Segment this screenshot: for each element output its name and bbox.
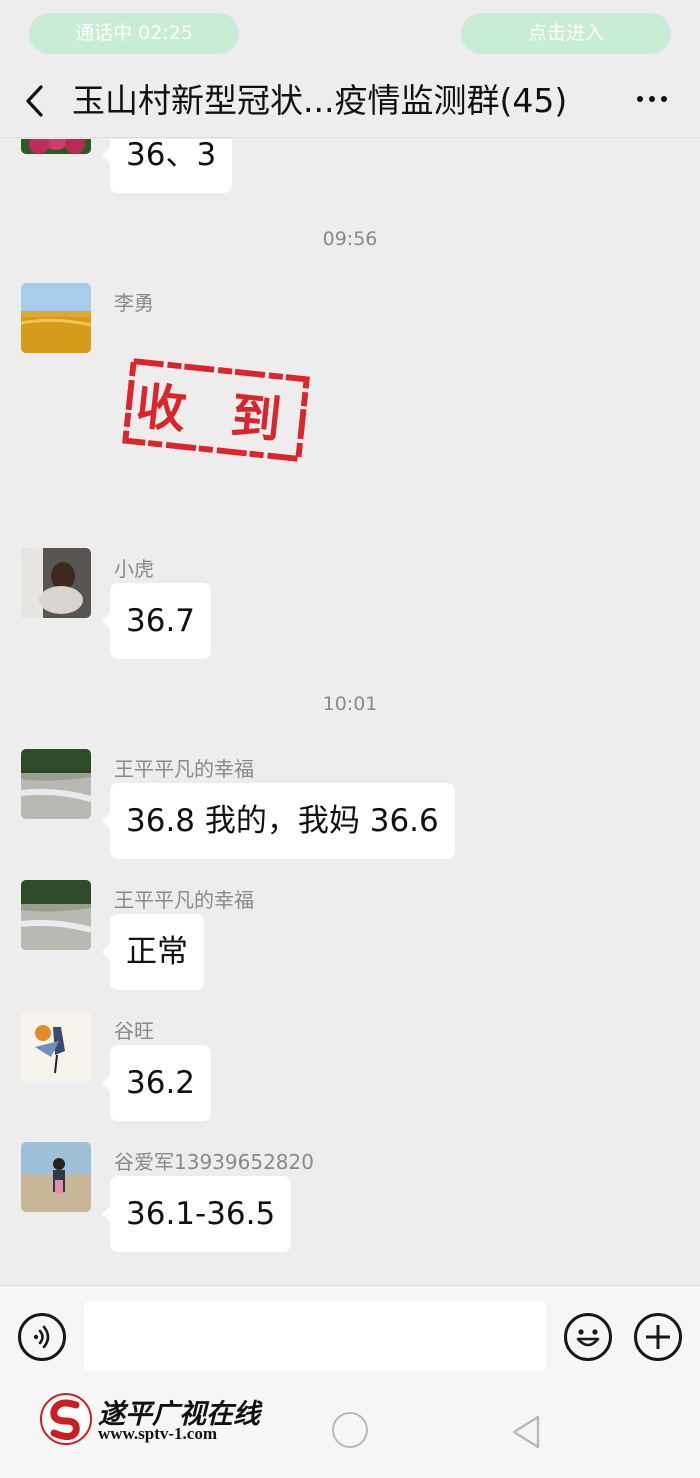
received-sticker[interactable]: 收 到 [121,357,311,463]
avatar[interactable] [21,1142,91,1212]
avatar-image [21,548,91,618]
enter-call-button[interactable]: 点击进入 [461,13,671,54]
message-bubble[interactable]: 36、3 [101,139,233,193]
avatar[interactable] [21,139,91,154]
more-functions-button[interactable] [634,1313,682,1361]
more-options-button[interactable] [634,84,670,114]
message-input-bar [0,1285,700,1386]
message-list[interactable]: 36、3 09:56 李勇 收 到 小虎 36.7 10:01 王平平凡的幸福 … [0,139,700,1284]
avatar-image [21,283,91,353]
avatar[interactable] [21,749,91,819]
home-button[interactable] [332,1412,368,1448]
status-bar: 通话中 02:25 点击进入 [0,0,700,64]
chat-title: 玉山村新型冠状...疫情监测群(45) [72,81,568,120]
message-bubble[interactable]: 36.2 [101,1045,212,1121]
avatar-image [21,749,91,819]
message-bubble[interactable]: 正常 [102,914,204,990]
avatar[interactable] [21,283,91,353]
system-back-icon[interactable] [510,1414,542,1450]
sender-name: 王平平凡的幸福 [114,888,254,912]
avatar-image [21,139,91,154]
timestamp: 10:01 [322,693,378,715]
sender-name: 谷旺 [114,1019,154,1043]
chevron-left-icon [26,85,43,117]
message-bubble[interactable]: 36.7 [101,583,212,659]
emoji-icon [576,1329,600,1347]
stamp-icon: 收 到 [121,357,311,463]
message-bubble[interactable]: 36.1-36.5 [101,1176,292,1252]
avatar[interactable] [21,548,91,618]
voice-icon [33,1325,50,1349]
avatar[interactable] [21,1011,91,1081]
emoji-button[interactable] [564,1313,612,1361]
plus-icon [646,1325,670,1349]
message-bubble[interactable]: 36.8 我的，我妈 36.6 [102,783,455,859]
message-input[interactable] [84,1301,546,1371]
watermark-url: www.sptv-1.com [98,1424,217,1443]
timestamp: 09:56 [322,228,378,250]
more-icon [637,96,667,102]
watermark-logo-icon [40,1393,92,1445]
avatar-image [21,1011,91,1081]
sender-name: 李勇 [114,291,154,315]
sender-name: 小虎 [114,557,154,581]
voice-input-button[interactable] [18,1313,66,1361]
ongoing-call-pill[interactable]: 通话中 02:25 [29,13,239,54]
avatar[interactable] [21,880,91,950]
sender-name: 王平平凡的幸福 [114,757,254,781]
avatar-image [21,880,91,950]
avatar-image [21,1142,91,1212]
sender-name: 谷爱军13939652820 [114,1150,314,1174]
svg-text:收 到: 收 到 [133,377,298,451]
back-button[interactable] [20,82,50,120]
chat-header: 玉山村新型冠状...疫情监测群(45) [0,64,700,138]
